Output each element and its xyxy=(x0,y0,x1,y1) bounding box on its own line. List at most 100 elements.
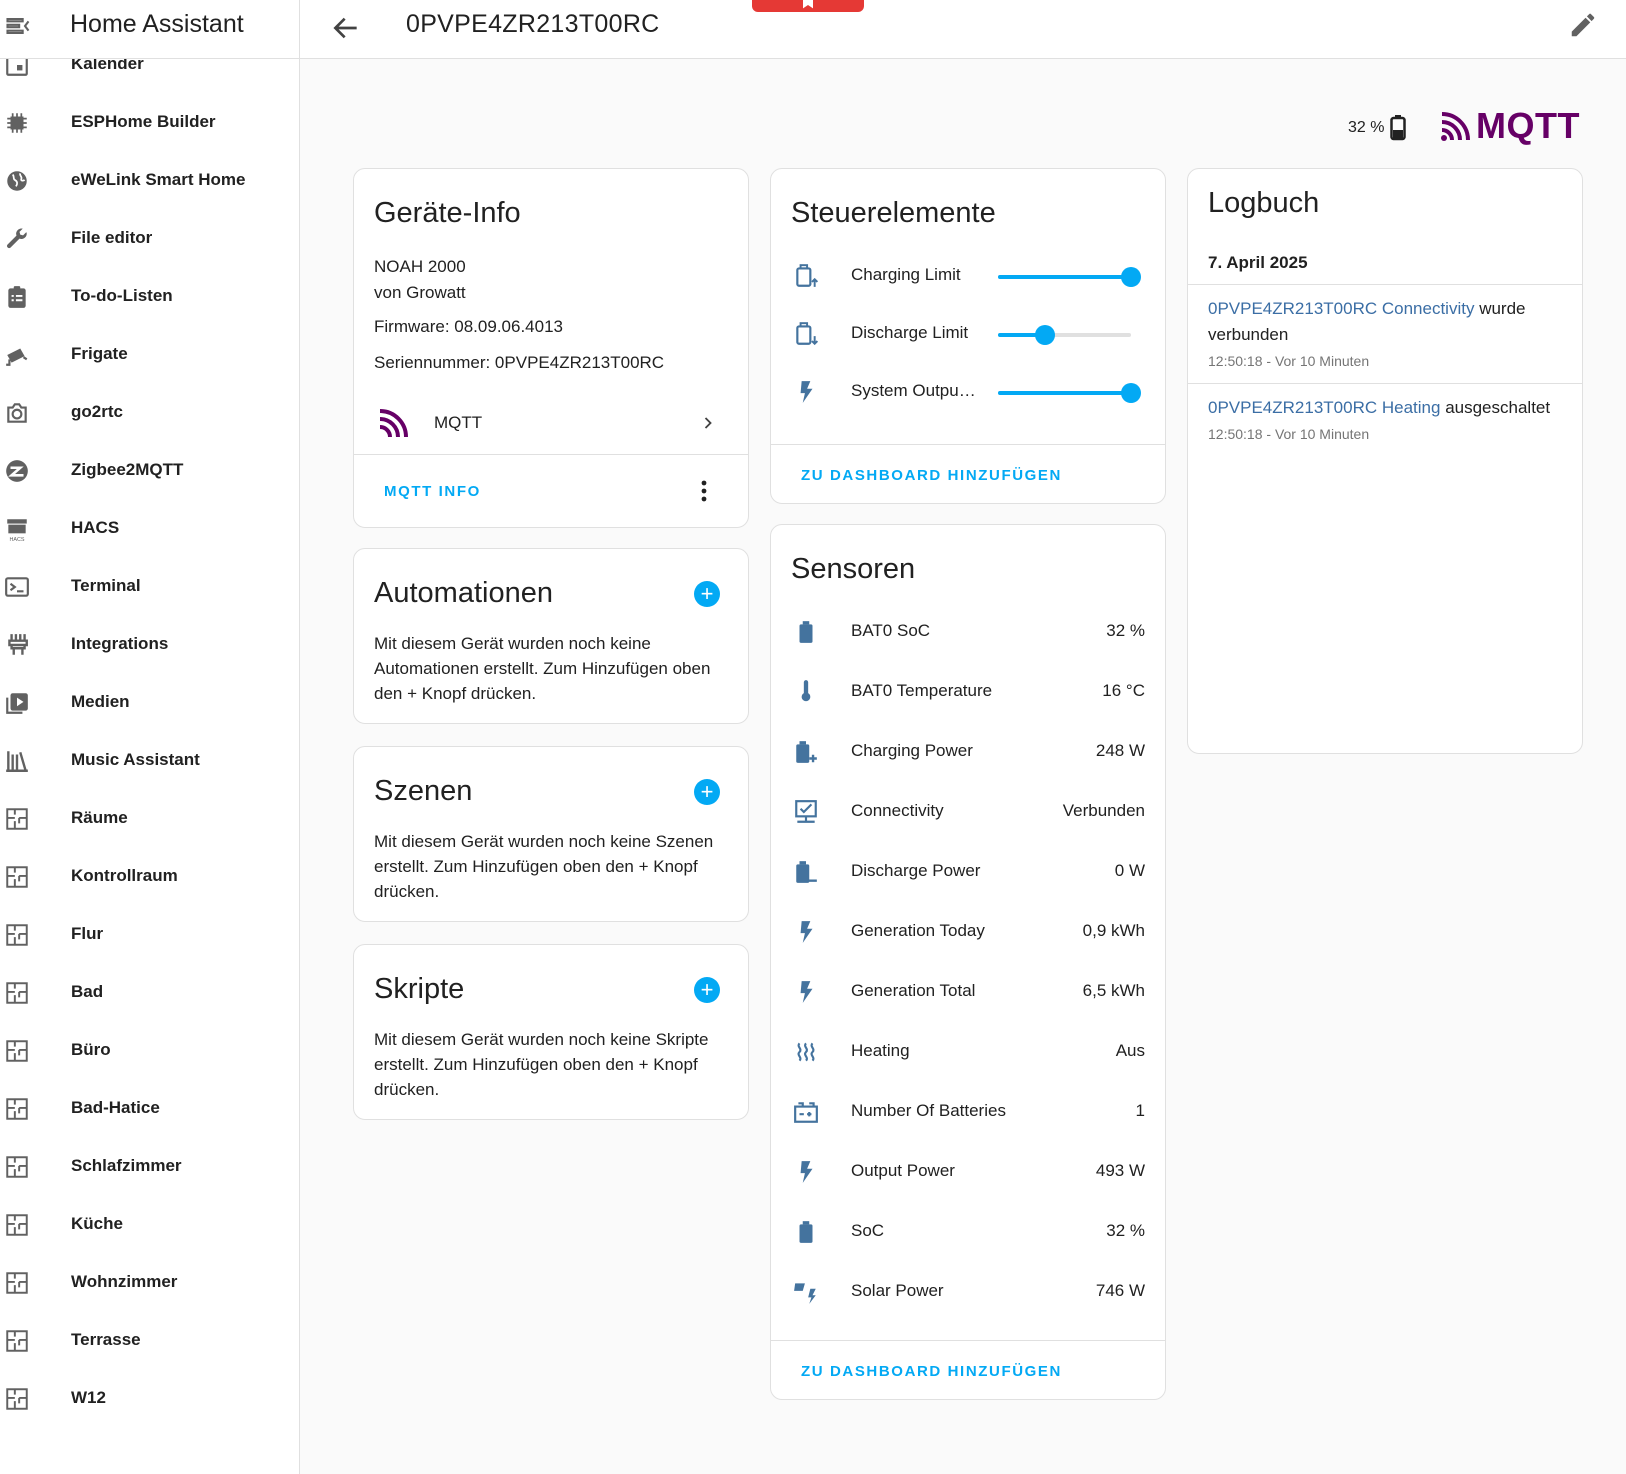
scripts-title: Skripte xyxy=(374,973,465,1005)
slider-knob[interactable] xyxy=(1121,383,1141,403)
sensors-title: Sensoren xyxy=(791,553,916,585)
battery-percent: 32 % xyxy=(1348,119,1385,136)
sensor-row[interactable]: Number Of Batteries 1 xyxy=(771,1083,1165,1141)
add-scene-button[interactable]: + xyxy=(694,779,720,805)
logbook-entry: 0PVPE4ZR213T00RC Connectivity wurde verb… xyxy=(1208,296,1562,348)
logbook-entry: 0PVPE4ZR213T00RC Heating ausgeschaltet xyxy=(1208,395,1562,421)
sidebar-item[interactable]: Küche xyxy=(0,1196,299,1254)
sidebar-header: Home Assistant xyxy=(0,0,299,59)
sidebar-item[interactable]: eWeLink Smart Home xyxy=(0,152,299,210)
slider-knob[interactable] xyxy=(1121,267,1141,287)
battery-icon xyxy=(799,621,813,643)
sensor-row[interactable]: Solar Power 746 W xyxy=(771,1263,1165,1321)
slider-knob[interactable] xyxy=(1034,325,1055,345)
sensors-add-dashboard-button[interactable]: ZU DASHBOARD HINZUFÜGEN xyxy=(801,1363,1062,1380)
device-info-card: Geräte-Info NOAH 2000 von Growatt Firmwa… xyxy=(353,168,749,528)
sidebar-item[interactable]: Bad-Hatice xyxy=(0,1080,299,1138)
sensor-row[interactable]: BAT0 SoC 32 % xyxy=(771,603,1165,661)
battery-discharge-limit-icon xyxy=(796,322,819,346)
sidebar-item[interactable]: Wohnzimmer xyxy=(0,1254,299,1312)
sidebar-item[interactable]: ESPHome Builder xyxy=(0,94,299,152)
sidebar-item[interactable]: Räume xyxy=(0,790,299,848)
sensor-label: Heating xyxy=(851,1041,910,1060)
sidebar-item-label: Zigbee2MQTT xyxy=(71,460,184,479)
sidebar-item[interactable]: W12 xyxy=(0,1370,299,1428)
sidebar-item[interactable]: HACS HACS xyxy=(0,500,299,558)
sensor-value: 6,5 kWh xyxy=(1082,981,1145,1000)
control-row[interactable]: System Outpu… xyxy=(771,363,1165,421)
sidebar-item[interactable]: To-do-Listen xyxy=(0,268,299,326)
sidebar-item[interactable]: Büro xyxy=(0,1022,299,1080)
sidebar-item[interactable]: Integrations xyxy=(0,616,299,674)
sidebar-item-label: Integrations xyxy=(71,634,169,653)
logbook-title: Logbuch xyxy=(1208,187,1320,219)
sidebar-item[interactable]: Bad xyxy=(0,964,299,1022)
sidebar-item[interactable]: Schlafzimmer xyxy=(0,1138,299,1196)
bookmark-icon xyxy=(803,0,813,9)
sensor-row[interactable]: Charging Power 248 W xyxy=(771,723,1165,781)
edit-pencil-icon[interactable] xyxy=(1568,10,1598,40)
device-title: 0PVPE4ZR213T00RC xyxy=(406,10,660,38)
mqtt-signal-icon xyxy=(1441,112,1470,141)
control-slider[interactable] xyxy=(998,325,1131,345)
control-row[interactable]: Discharge Limit xyxy=(771,305,1165,363)
sidebar-item-label: Terrasse xyxy=(71,1330,141,1349)
logbook-entity-link[interactable]: 0PVPE4ZR213T00RC Connectivity xyxy=(1208,299,1474,318)
sidebar-item[interactable]: File editor xyxy=(0,210,299,268)
control-slider[interactable] xyxy=(998,267,1141,287)
card-divider xyxy=(1188,383,1582,384)
add-automation-button[interactable]: + xyxy=(694,581,720,607)
sensor-row[interactable]: Discharge Power 0 W xyxy=(771,843,1165,901)
sensor-row[interactable]: Output Power 493 W xyxy=(771,1143,1165,1201)
chevron-right-icon xyxy=(704,417,712,429)
sidebar-item-label: Wohnzimmer xyxy=(71,1272,178,1291)
mqtt-info-button[interactable]: MQTT INFO xyxy=(384,483,481,500)
sensor-row[interactable]: Generation Total 6,5 kWh xyxy=(771,963,1165,1021)
sidebar-item[interactable]: Medien xyxy=(0,674,299,732)
sensor-label: Output Power xyxy=(851,1161,955,1180)
sidebar-item[interactable]: Flur xyxy=(0,906,299,964)
red-tab-indicator[interactable] xyxy=(752,0,864,12)
sensor-row[interactable]: BAT0 Temperature 16 °C xyxy=(771,663,1165,721)
sidebar-item[interactable]: Zigbee2MQTT xyxy=(0,442,299,500)
control-row[interactable]: Charging Limit xyxy=(771,247,1165,305)
battery-minus-icon xyxy=(796,861,817,883)
sidebar-item[interactable]: Frigate xyxy=(0,326,299,384)
card-divider xyxy=(354,454,748,455)
sidebar-item[interactable]: Kontrollraum xyxy=(0,848,299,906)
sidebar-item[interactable]: Terminal xyxy=(0,558,299,616)
sidebar-item-label: File editor xyxy=(71,228,153,247)
control-slider[interactable] xyxy=(998,383,1141,403)
sensor-row[interactable]: Heating Aus xyxy=(771,1023,1165,1081)
floor-plan-icon xyxy=(6,1388,28,1410)
card-divider xyxy=(771,444,1165,445)
sidebar-item[interactable]: go2rtc xyxy=(0,384,299,442)
floor-plan-icon xyxy=(6,1098,28,1120)
automations-text: Mit diesem Gerät wurden noch keine Autom… xyxy=(374,634,711,703)
sensor-row[interactable]: SoC 32 % xyxy=(771,1203,1165,1261)
menu-icon[interactable] xyxy=(4,12,32,40)
sensor-label: Generation Today xyxy=(851,921,985,940)
sensor-row[interactable]: Connectivity Verbunden xyxy=(771,783,1165,841)
device-model: NOAH 2000 xyxy=(374,257,466,276)
logbook-entry-text: ausgeschaltet xyxy=(1440,398,1551,417)
more-vertical-icon[interactable] xyxy=(700,479,708,503)
logbook-entity-link[interactable]: 0PVPE4ZR213T00RC Heating xyxy=(1208,398,1440,417)
back-arrow-icon[interactable] xyxy=(330,12,362,44)
add-script-button[interactable]: + xyxy=(694,977,720,1003)
controls-add-dashboard-button[interactable]: ZU DASHBOARD HINZUFÜGEN xyxy=(801,467,1062,484)
sensor-label: Charging Power xyxy=(851,741,973,760)
integration-row[interactable]: MQTT xyxy=(354,395,748,451)
sidebar-item[interactable]: Terrasse xyxy=(0,1312,299,1370)
sidebar-item[interactable]: Music Assistant xyxy=(0,732,299,790)
heat-wave-icon xyxy=(797,1042,815,1062)
automations-title: Automationen xyxy=(374,577,553,609)
floor-plan-icon xyxy=(6,1272,28,1294)
sensor-row[interactable]: Generation Today 0,9 kWh xyxy=(771,903,1165,961)
sensor-value: Aus xyxy=(1115,1041,1145,1060)
mqtt-integration-icon xyxy=(379,409,408,438)
sidebar-item-label: Kontrollraum xyxy=(71,866,178,885)
sidebar-item-label: Räume xyxy=(71,808,128,827)
control-label: Charging Limit xyxy=(851,265,961,284)
sensor-label: Generation Total xyxy=(851,981,976,1000)
